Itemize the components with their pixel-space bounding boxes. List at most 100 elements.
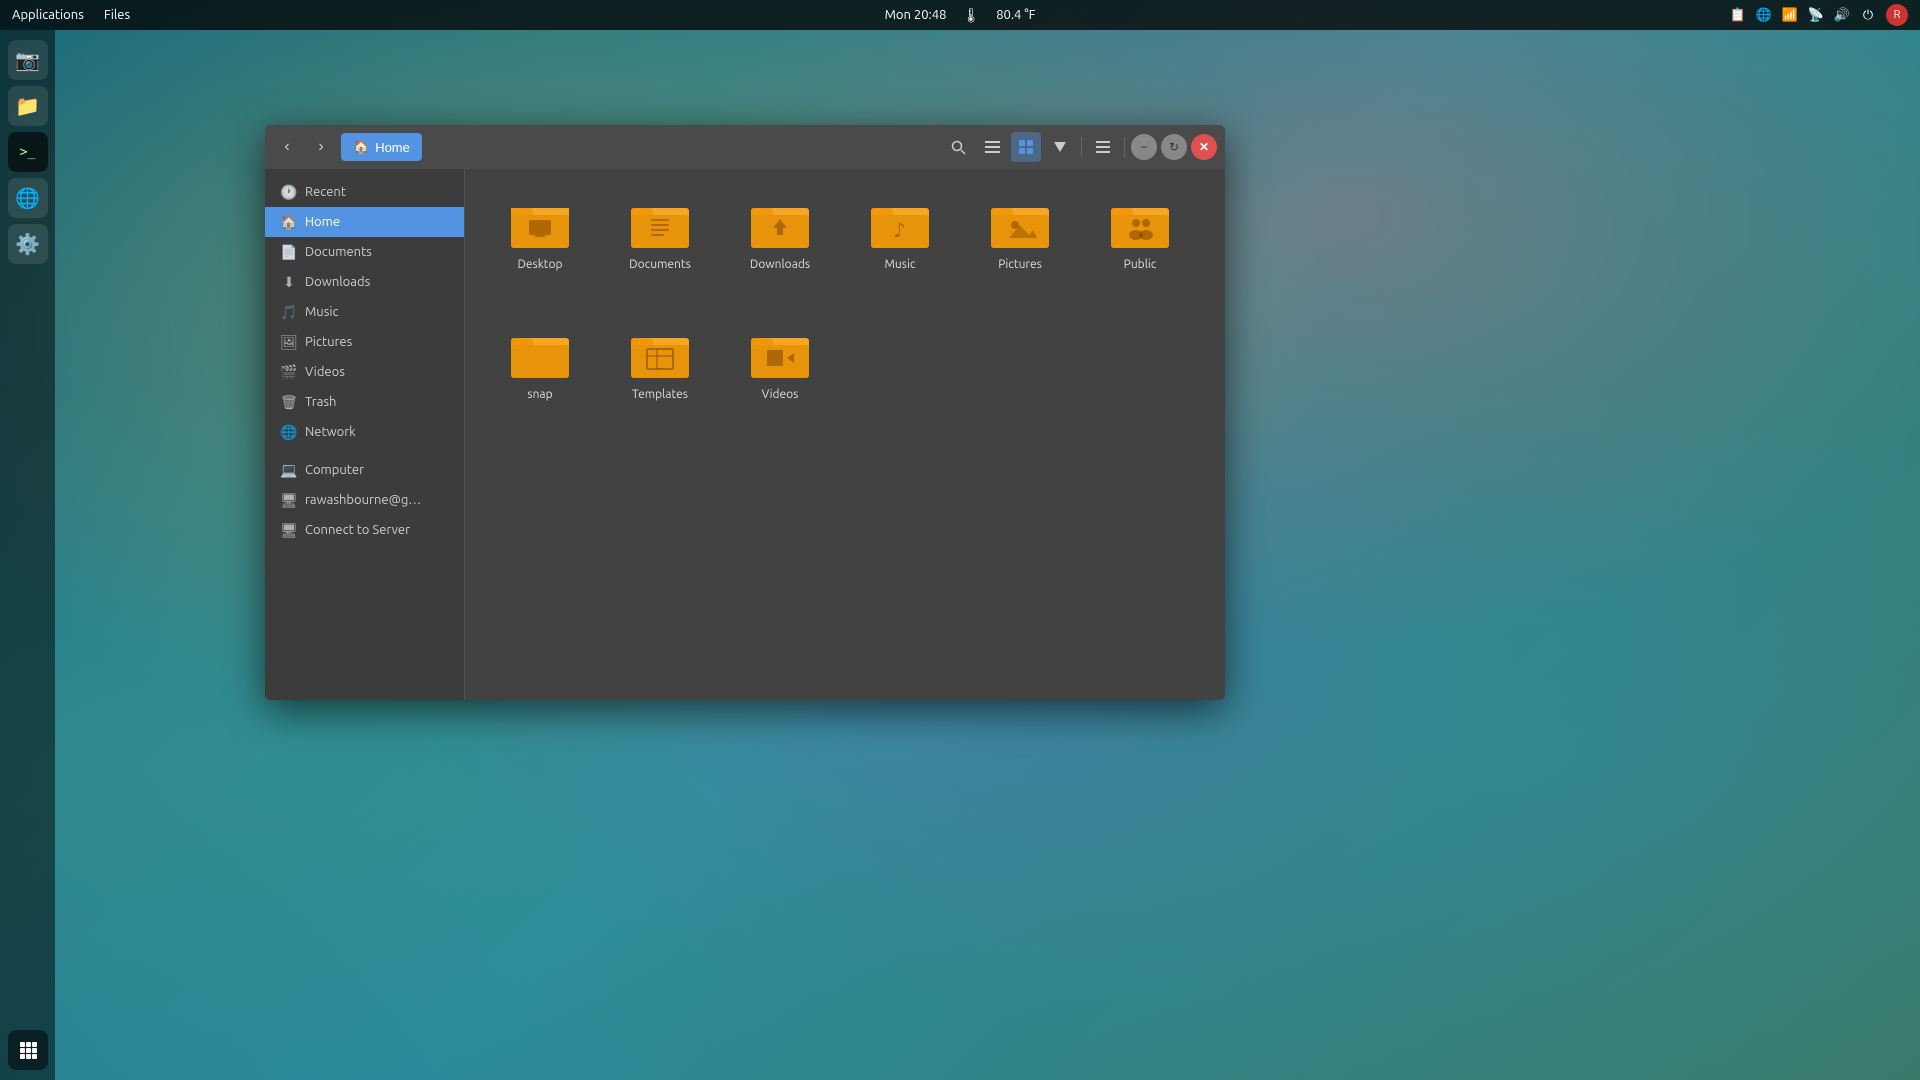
sidebar-item-videos[interactable]: 🎬 Videos bbox=[265, 357, 464, 387]
network-icon: 🌐 bbox=[281, 424, 297, 440]
trash-icon: 🗑 bbox=[281, 394, 297, 410]
content-area: 🕐 Recent 🏠 Home 📄 Documents ⬇ Downloads … bbox=[265, 169, 1225, 700]
sidebar-item-trash[interactable]: 🗑 Trash bbox=[265, 387, 464, 417]
folder-templates[interactable]: Templates bbox=[605, 319, 715, 439]
wifi-icon[interactable]: 📶 bbox=[1782, 7, 1798, 23]
sidebar-label-computer: Computer bbox=[305, 463, 364, 477]
home-label: Home bbox=[375, 140, 410, 155]
downloads-icon: ⬇ bbox=[281, 274, 297, 290]
app-grid-icon bbox=[18, 1040, 38, 1060]
search-button[interactable] bbox=[943, 132, 973, 162]
svg-text:♪: ♪ bbox=[893, 218, 906, 241]
panel-left: Applications Files bbox=[12, 8, 130, 22]
folder-downloads-icon bbox=[750, 199, 810, 249]
sidebar-item-pictures[interactable]: 🖼 Pictures bbox=[265, 327, 464, 357]
folder-public[interactable]: Public bbox=[1085, 189, 1195, 309]
dock-app-grid[interactable] bbox=[8, 1030, 48, 1070]
documents-icon: 📄 bbox=[281, 244, 297, 260]
folder-svg bbox=[631, 200, 689, 248]
dock-settings[interactable]: ⚙️ bbox=[8, 224, 48, 264]
folder-downloads[interactable]: Downloads bbox=[725, 189, 835, 309]
maximize-button[interactable]: ↻ bbox=[1161, 134, 1187, 160]
file-grid: Desktop Documents bbox=[465, 169, 1225, 700]
sidebar-item-home[interactable]: 🏠 Home bbox=[265, 207, 464, 237]
grid-view-button[interactable] bbox=[1011, 132, 1041, 162]
home-icon: 🏠 bbox=[353, 139, 369, 155]
power-icon[interactable]: ⏻ bbox=[1860, 7, 1876, 23]
sidebar-separator bbox=[265, 447, 464, 455]
dock-files[interactable]: 📁 bbox=[8, 86, 48, 126]
sidebar-label-recent: Recent bbox=[305, 185, 346, 199]
sort-icon bbox=[1054, 142, 1066, 152]
list-view-button[interactable] bbox=[977, 132, 1007, 162]
folder-pictures[interactable]: Pictures bbox=[965, 189, 1075, 309]
folder-svg bbox=[751, 330, 809, 378]
toolbar-separator-2 bbox=[1124, 137, 1125, 157]
applications-menu[interactable]: Applications bbox=[12, 8, 84, 22]
sidebar-label-network: Network bbox=[305, 425, 356, 439]
sidebar-item-documents[interactable]: 📄 Documents bbox=[265, 237, 464, 267]
sidebar-item-recent[interactable]: 🕐 Recent bbox=[265, 177, 464, 207]
sidebar-item-computer[interactable]: 💻 Computer bbox=[265, 455, 464, 485]
sidebar-label-downloads: Downloads bbox=[305, 275, 370, 289]
folder-snap[interactable]: snap bbox=[485, 319, 595, 439]
folder-documents-icon bbox=[630, 199, 690, 249]
sidebar-item-network[interactable]: 🌐 Network bbox=[265, 417, 464, 447]
folder-desktop[interactable]: Desktop bbox=[485, 189, 595, 309]
dock-terminal[interactable]: >_ bbox=[8, 132, 48, 172]
sidebar: 🕐 Recent 🏠 Home 📄 Documents ⬇ Downloads … bbox=[265, 169, 465, 700]
forward-button[interactable]: › bbox=[307, 133, 335, 161]
folder-desktop-icon bbox=[510, 199, 570, 249]
folder-svg bbox=[1111, 200, 1169, 248]
minimize-button[interactable]: − bbox=[1131, 134, 1157, 160]
weather-temp: 80.4 °F bbox=[996, 8, 1035, 22]
folder-documents-label: Documents bbox=[629, 257, 691, 273]
clock: Mon 20:48 bbox=[885, 8, 947, 22]
folder-svg bbox=[511, 200, 569, 248]
folder-documents[interactable]: Documents bbox=[605, 189, 715, 309]
home-button[interactable]: 🏠 Home bbox=[341, 133, 422, 161]
menu-button[interactable] bbox=[1088, 132, 1118, 162]
search-icon bbox=[951, 140, 966, 155]
sidebar-item-connect-server[interactable]: 🖥 Connect to Server bbox=[265, 515, 464, 545]
bluetooth-icon[interactable]: 📡 bbox=[1808, 7, 1824, 23]
pictures-icon: 🖼 bbox=[281, 334, 297, 350]
dock-screenshot[interactable]: 📷 bbox=[8, 40, 48, 80]
dock-chrome[interactable]: 🌐 bbox=[8, 178, 48, 218]
files-menu[interactable]: Files bbox=[104, 8, 130, 22]
back-button[interactable]: ‹ bbox=[273, 133, 301, 161]
folder-pictures-label: Pictures bbox=[998, 257, 1042, 273]
folder-music-label: Music bbox=[885, 257, 916, 273]
folder-templates-label: Templates bbox=[632, 387, 688, 403]
sidebar-label-trash: Trash bbox=[305, 395, 336, 409]
chrome-icon[interactable]: 🌐 bbox=[1756, 7, 1772, 23]
toolbar-separator bbox=[1081, 137, 1082, 157]
folder-snap-icon bbox=[510, 329, 570, 379]
avatar[interactable]: R bbox=[1886, 4, 1908, 26]
folder-snap-label: snap bbox=[527, 387, 552, 403]
videos-icon: 🎬 bbox=[281, 364, 297, 380]
folder-svg bbox=[751, 200, 809, 248]
home-sidebar-icon: 🏠 bbox=[281, 214, 297, 230]
folder-templates-icon bbox=[630, 329, 690, 379]
sidebar-label-documents: Documents bbox=[305, 245, 372, 259]
sidebar-label-connect-server: Connect to Server bbox=[305, 523, 410, 537]
top-panel: Applications Files Mon 20:48 🌡 80.4 °F 📋… bbox=[0, 0, 1920, 30]
folder-downloads-label: Downloads bbox=[750, 257, 810, 273]
folder-videos[interactable]: Videos bbox=[725, 319, 835, 439]
close-button[interactable]: ✕ bbox=[1191, 134, 1217, 160]
sort-button[interactable] bbox=[1045, 132, 1075, 162]
toolbar-actions: − ↻ ✕ bbox=[943, 132, 1217, 162]
folder-svg bbox=[631, 330, 689, 378]
document-icon[interactable]: 📋 bbox=[1730, 7, 1746, 23]
sidebar-item-downloads[interactable]: ⬇ Downloads bbox=[265, 267, 464, 297]
sidebar-item-music[interactable]: 🎵 Music bbox=[265, 297, 464, 327]
folder-music[interactable]: ♪ Music bbox=[845, 189, 955, 309]
panel-center: Mon 20:48 🌡 80.4 °F bbox=[885, 7, 1036, 24]
folder-svg bbox=[991, 200, 1049, 248]
sidebar-item-user-drive[interactable]: 🖥 rawashbourne@g… bbox=[265, 485, 464, 515]
user-drive-icon: 🖥 bbox=[281, 492, 297, 508]
folder-pictures-icon bbox=[990, 199, 1050, 249]
sidebar-label-user-drive: rawashbourne@g… bbox=[305, 493, 421, 507]
volume-icon[interactable]: 🔊 bbox=[1834, 7, 1850, 23]
